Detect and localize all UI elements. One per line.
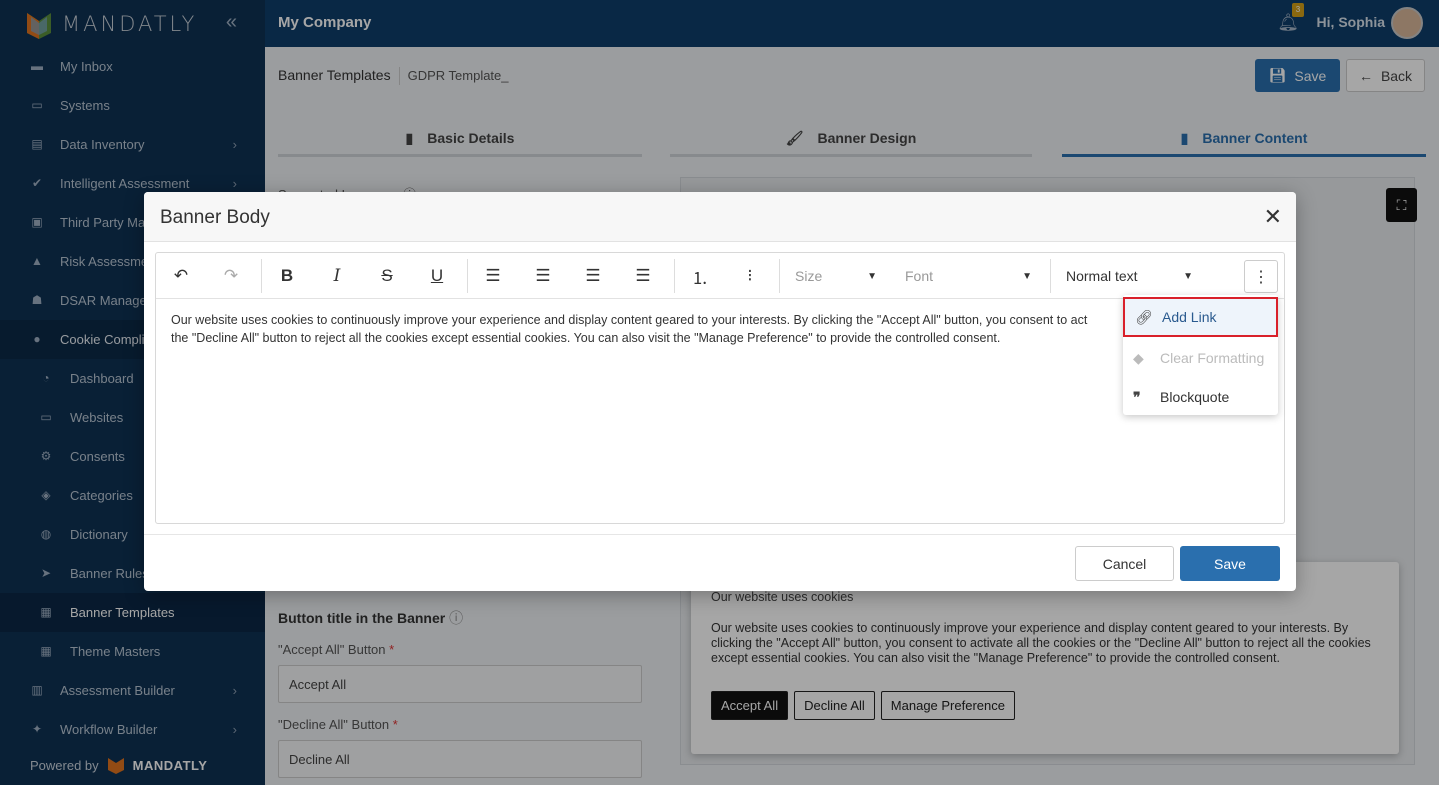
modal-footer: Cancel Save bbox=[144, 534, 1296, 591]
italic-icon[interactable]: I bbox=[322, 261, 352, 291]
link-icon: 🔗︎ bbox=[1135, 308, 1153, 325]
editor-line-2: the "Decline All" button to reject all t… bbox=[171, 331, 1001, 345]
underline-icon[interactable]: U bbox=[422, 261, 452, 291]
editor-line-1: Our website uses cookies to continuously… bbox=[171, 313, 1088, 327]
menu-item-label: Blockquote bbox=[1160, 389, 1230, 405]
close-icon[interactable]: ✕ bbox=[1264, 204, 1282, 230]
menu-item-label: Clear Formatting bbox=[1160, 350, 1265, 366]
align-right-icon[interactable]: ☰ bbox=[578, 261, 608, 291]
more-options-menu: 🔗︎ Add Link ◆ Clear Formatting ❞ Blockquote bbox=[1123, 295, 1278, 415]
caret-down-icon: ▼ bbox=[867, 270, 877, 282]
font-family-select[interactable]: Font ▼ bbox=[905, 265, 1032, 287]
menu-item-clear-formatting[interactable]: ◆ Clear Formatting bbox=[1123, 338, 1278, 378]
modal-header: Banner Body ✕ bbox=[144, 192, 1296, 242]
menu-item-blockquote[interactable]: ❞ Blockquote bbox=[1123, 377, 1278, 417]
align-center-icon[interactable]: ☰ bbox=[528, 261, 558, 291]
menu-item-add-link[interactable]: 🔗︎ Add Link bbox=[1123, 297, 1278, 337]
align-justify-icon[interactable]: ☰ bbox=[628, 261, 658, 291]
more-options-icon[interactable]: ⋮ bbox=[1244, 260, 1278, 293]
menu-item-label: Add Link bbox=[1162, 309, 1217, 325]
ordered-list-icon[interactable]: ⒈ bbox=[685, 261, 715, 291]
font-placeholder: Font bbox=[905, 268, 934, 284]
redo-icon[interactable]: ↷ bbox=[216, 261, 246, 291]
bullet-list-icon[interactable]: ⁝ bbox=[735, 261, 765, 291]
quote-icon: ❞ bbox=[1133, 388, 1141, 405]
size-placeholder: Size bbox=[795, 268, 823, 284]
eraser-icon: ◆ bbox=[1133, 349, 1144, 366]
rich-text-editor: ↶ ↷ B I S U ☰ ☰ ☰ ☰ ⒈ ⁝ Size ▼ Font ▼ Norm… bbox=[155, 252, 1285, 524]
caret-down-icon: ▼ bbox=[1183, 270, 1193, 282]
modal-save-button[interactable]: Save bbox=[1180, 546, 1280, 581]
text-style-select[interactable]: Normal text ▼ bbox=[1066, 265, 1193, 287]
cancel-button[interactable]: Cancel bbox=[1075, 546, 1174, 581]
editor-toolbar: ↶ ↷ B I S U ☰ ☰ ☰ ☰ ⒈ ⁝ Size ▼ Font ▼ Norm… bbox=[156, 253, 1284, 299]
text-style-value: Normal text bbox=[1066, 268, 1138, 284]
bold-icon[interactable]: B bbox=[272, 261, 302, 291]
align-left-icon[interactable]: ☰ bbox=[478, 261, 508, 291]
font-size-select[interactable]: Size ▼ bbox=[795, 265, 877, 287]
undo-icon[interactable]: ↶ bbox=[166, 261, 196, 291]
strikethrough-icon[interactable]: S bbox=[372, 261, 402, 291]
modal-title: Banner Body bbox=[160, 207, 270, 228]
caret-down-icon: ▼ bbox=[1022, 270, 1032, 282]
editor-content[interactable]: Our website uses cookies to continuously… bbox=[156, 299, 1116, 359]
